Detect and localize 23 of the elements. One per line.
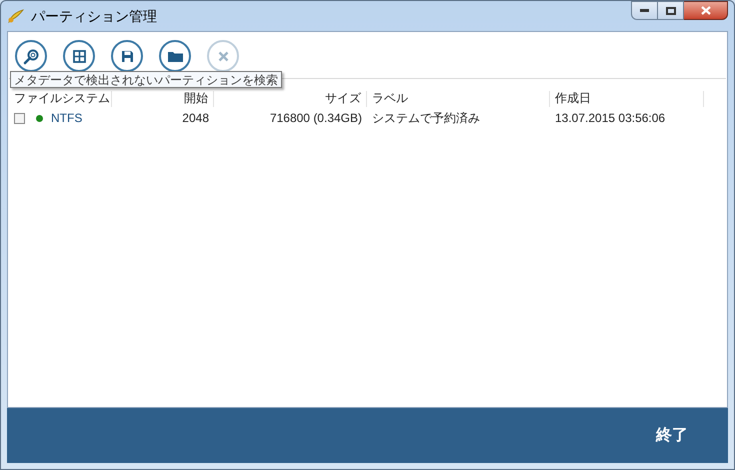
column-header[interactable]: 開始 bbox=[184, 89, 208, 107]
folder-button[interactable] bbox=[159, 40, 191, 72]
minimize-button[interactable] bbox=[631, 1, 658, 20]
table-cell-text: NTFS bbox=[51, 110, 82, 127]
window-title: パーティション管理 bbox=[31, 6, 157, 26]
column-header[interactable]: 作成日 bbox=[555, 89, 591, 107]
close-button[interactable] bbox=[684, 1, 728, 20]
exit-button[interactable]: 終了 bbox=[654, 424, 690, 448]
grid-button[interactable] bbox=[63, 40, 95, 72]
search-icon bbox=[22, 46, 40, 66]
column-header[interactable]: ラベル bbox=[372, 89, 408, 107]
table-cell-text: 716800 (0.34GB) bbox=[270, 110, 362, 127]
save-button[interactable] bbox=[111, 40, 143, 72]
table-cell-text: 2048 bbox=[182, 110, 209, 127]
tooltip: メタデータで検出されないパーティションを検索 bbox=[10, 71, 282, 88]
maximize-button[interactable] bbox=[658, 1, 684, 20]
column-header[interactable]: サイズ bbox=[325, 89, 361, 107]
table-cell-text: システムで予約済み bbox=[372, 110, 480, 127]
column-header[interactable]: ファイルシステム bbox=[14, 89, 110, 107]
search-button[interactable] bbox=[15, 40, 47, 72]
table-cell-text: 13.07.2015 03:56:06 bbox=[555, 110, 666, 127]
checkbox[interactable] bbox=[14, 112, 25, 124]
close-icon bbox=[700, 6, 710, 15]
